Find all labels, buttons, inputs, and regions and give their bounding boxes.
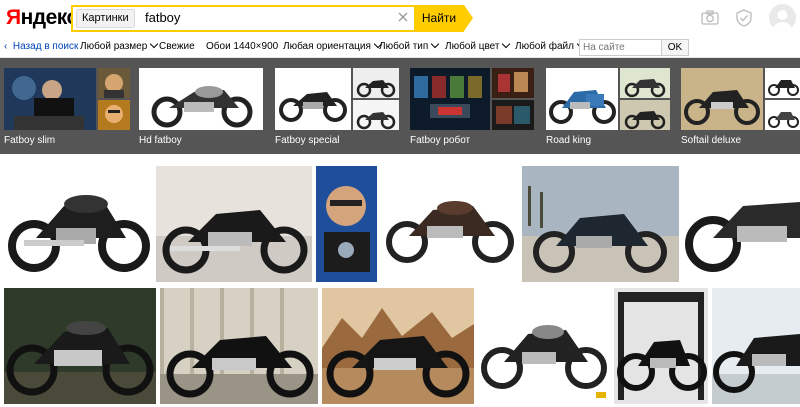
back-to-search-link[interactable]: ‹ Назад в поиск xyxy=(4,41,78,52)
related-thumbnail xyxy=(139,68,263,130)
image-result[interactable] xyxy=(160,288,318,404)
filter-orientation[interactable]: Любая ориентация xyxy=(283,39,383,52)
related-thumbnail xyxy=(681,68,763,130)
related-thumbnail xyxy=(546,68,618,130)
image-result[interactable] xyxy=(4,166,152,282)
image-result[interactable] xyxy=(322,288,474,404)
related-item-softail-deluxe[interactable]: Softail deluxe xyxy=(681,68,800,150)
filter-color[interactable]: Любой цвет xyxy=(445,39,511,52)
image-result[interactable] xyxy=(712,288,800,404)
filter-fresh[interactable]: Свежие xyxy=(159,41,195,52)
related-thumbnail xyxy=(98,68,130,98)
related-thumbnail xyxy=(98,100,130,130)
yandex-logo[interactable]: Яндекс xyxy=(6,6,78,30)
related-item-label: Hd fatboy xyxy=(139,135,182,146)
search-submit-button[interactable]: Найти xyxy=(414,5,473,32)
related-thumbnail xyxy=(492,68,534,98)
shield-icon[interactable] xyxy=(734,8,754,28)
related-thumbnail xyxy=(410,68,490,130)
user-avatar[interactable] xyxy=(769,4,796,31)
image-result[interactable] xyxy=(381,166,517,282)
related-searches: Fatboy slim Hd fatboy Fatboy special Fat… xyxy=(0,58,800,154)
image-result[interactable] xyxy=(683,166,800,282)
image-result[interactable] xyxy=(614,288,708,404)
service-tab-images[interactable]: Картинки xyxy=(76,9,135,28)
related-item-label: Fatboy робот xyxy=(410,135,471,146)
related-thumbnail xyxy=(275,68,351,130)
filter-file[interactable]: Любой файл xyxy=(515,39,586,52)
related-thumbnail xyxy=(492,100,534,130)
related-thumbnail xyxy=(4,68,96,130)
related-thumbnail xyxy=(765,68,800,98)
related-item-label: Softail deluxe xyxy=(681,135,742,146)
related-thumbnail xyxy=(765,100,800,130)
header: Яндекс Картинки fatboy Найти xyxy=(0,0,800,36)
related-thumbnail xyxy=(620,68,670,98)
related-thumbnail xyxy=(620,100,670,130)
image-result[interactable] xyxy=(316,166,377,282)
related-item-fatboy-special[interactable]: Fatboy special xyxy=(275,68,399,150)
related-item-hd-fatboy[interactable]: Hd fatboy xyxy=(139,68,263,150)
site-filter-ok-button[interactable]: OK xyxy=(661,39,689,56)
search-box[interactable]: Картинки fatboy xyxy=(71,5,416,32)
related-thumbnail xyxy=(353,100,399,130)
related-item-label: Fatboy special xyxy=(275,135,340,146)
related-item-fatboy-robot[interactable]: Fatboy робот xyxy=(410,68,534,150)
filter-type[interactable]: Любой тип xyxy=(379,39,440,52)
filters-bar: ‹ Назад в поиск Любой размер Свежие Обои… xyxy=(0,37,800,58)
related-item-label: Fatboy slim xyxy=(4,135,56,146)
image-result[interactable] xyxy=(4,288,156,404)
clear-icon[interactable] xyxy=(396,10,410,24)
image-result[interactable] xyxy=(522,166,679,282)
image-result[interactable] xyxy=(156,166,312,282)
image-result[interactable] xyxy=(478,288,610,404)
filter-wallpaper[interactable]: Обои 1440×900 xyxy=(206,41,278,52)
filter-size[interactable]: Любой размер xyxy=(80,39,159,52)
search-input[interactable]: fatboy xyxy=(145,10,180,25)
related-item-fatboy-slim[interactable]: Fatboy slim xyxy=(4,68,130,150)
related-item-label: Road king xyxy=(546,135,592,146)
user-icon xyxy=(773,10,792,31)
site-filter-input[interactable] xyxy=(579,39,665,56)
camera-icon[interactable] xyxy=(700,8,720,28)
related-item-road-king[interactable]: Road king xyxy=(546,68,670,150)
related-thumbnail xyxy=(353,68,399,98)
